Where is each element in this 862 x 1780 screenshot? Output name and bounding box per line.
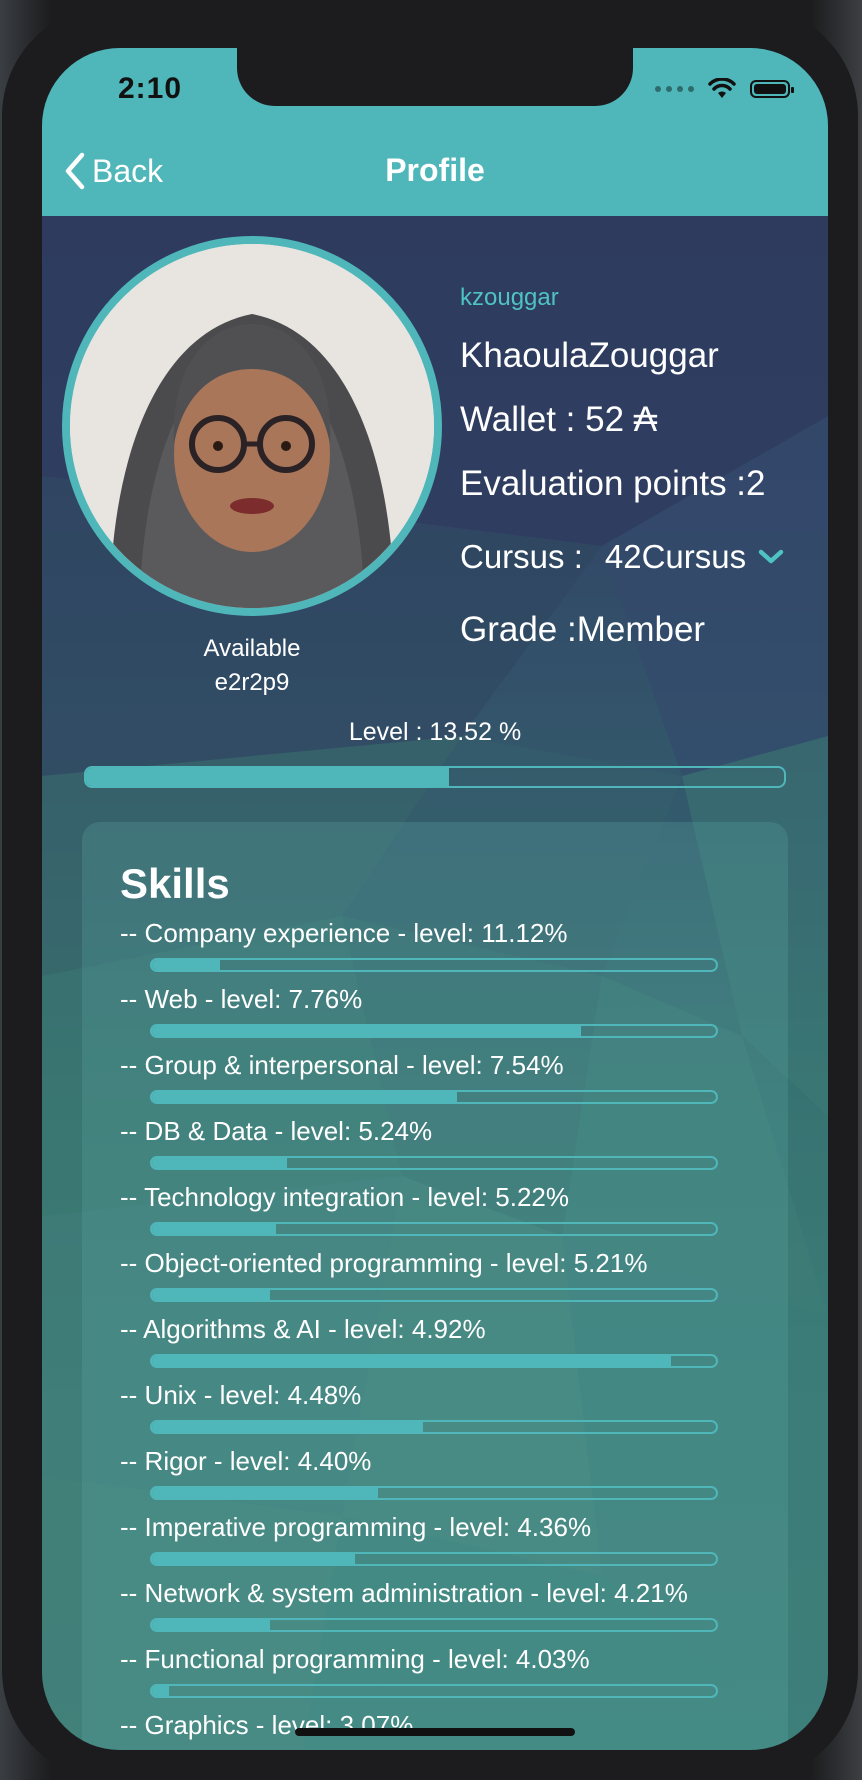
skill-progress-fill bbox=[152, 1356, 671, 1366]
skill-label: -- Object-oriented programming - level: … bbox=[120, 1248, 648, 1278]
skills-title: Skills bbox=[120, 860, 230, 907]
level-progress-fill bbox=[86, 768, 449, 786]
availability-status: Available bbox=[203, 635, 301, 662]
skill-label: -- Functional programming - level: 4.03% bbox=[120, 1644, 590, 1674]
skill-item: -- Imperative programming - level: 4.36% bbox=[120, 1510, 760, 1566]
skill-progress-fill bbox=[152, 1224, 277, 1234]
skill-item: -- Network & system administration - lev… bbox=[120, 1576, 760, 1632]
skill-item: -- Group & interpersonal - level: 7.54% bbox=[120, 1048, 760, 1104]
skill-progress-bar bbox=[150, 1024, 718, 1038]
location-code: e2r2p9 bbox=[214, 669, 290, 696]
device-frame: 2:10 Back Profile Available e2r2p9 kzoug… bbox=[2, 6, 858, 1780]
skills-card: Skills -- Company experience - level: 11… bbox=[82, 822, 788, 1750]
skill-progress-fill bbox=[152, 1290, 271, 1300]
skill-progress-bar bbox=[150, 958, 718, 972]
skill-item: -- DB & Data - level: 5.24% bbox=[120, 1114, 760, 1170]
skill-label: -- Imperative programming - level: 4.36% bbox=[120, 1512, 592, 1542]
skill-list: -- Company experience - level: 11.12% -- … bbox=[120, 916, 760, 1750]
skill-progress-bar bbox=[150, 1486, 718, 1500]
skill-item: -- Algorithms & AI - level: 4.92% bbox=[120, 1312, 760, 1368]
profile-photo bbox=[70, 244, 434, 608]
skill-item: -- Object-oriented programming - level: … bbox=[120, 1246, 760, 1302]
avatar bbox=[62, 236, 442, 616]
cursus-label: Cursus : bbox=[460, 538, 583, 575]
skill-progress-bar bbox=[150, 1354, 718, 1368]
wifi-icon bbox=[708, 78, 736, 98]
skill-item: -- Technology integration - level: 5.22% bbox=[120, 1180, 760, 1236]
skill-progress-fill bbox=[152, 1620, 271, 1630]
status-time: 2:10 bbox=[118, 72, 183, 105]
skill-progress-fill bbox=[152, 1554, 356, 1564]
skill-label: -- Unix - level: 4.48% bbox=[120, 1380, 362, 1410]
skill-label: -- DB & Data - level: 5.24% bbox=[120, 1116, 433, 1146]
skill-label: -- Web - level: 7.76% bbox=[120, 984, 363, 1014]
login-name: kzouggar bbox=[460, 284, 559, 311]
signal-icon bbox=[655, 86, 694, 92]
home-indicator[interactable] bbox=[295, 1728, 575, 1736]
skill-progress-fill bbox=[152, 1488, 378, 1498]
skill-progress-bar bbox=[150, 1222, 718, 1236]
skill-progress-fill bbox=[152, 960, 220, 970]
skill-item: -- Rigor - level: 4.40% bbox=[120, 1444, 760, 1500]
full-name: KhaoulaZouggar bbox=[460, 336, 719, 375]
skill-label: -- Rigor - level: 4.40% bbox=[120, 1446, 372, 1476]
skill-label: -- Technology integration - level: 5.22% bbox=[120, 1182, 569, 1212]
page-title: Profile bbox=[385, 152, 485, 188]
level-label: Level : 13.52 % bbox=[348, 718, 522, 746]
skill-progress-bar bbox=[150, 1420, 718, 1434]
level-progress-bar bbox=[84, 766, 786, 788]
chevron-down-icon bbox=[758, 549, 784, 564]
skill-label: -- Group & interpersonal - level: 7.54% bbox=[120, 1050, 564, 1080]
wallet-value: Wallet : 52 ₳ bbox=[460, 400, 658, 439]
skill-progress-bar bbox=[150, 1090, 718, 1104]
skill-progress-fill bbox=[152, 1422, 423, 1432]
skill-progress-fill bbox=[152, 1092, 457, 1102]
skill-progress-bar bbox=[150, 1618, 718, 1632]
skill-item: -- Company experience - level: 11.12% bbox=[120, 916, 760, 972]
skill-label: -- Graphics - level: 3.07% bbox=[120, 1710, 414, 1740]
evaluation-points: Evaluation points :2 bbox=[460, 464, 766, 503]
skill-item: -- Functional programming - level: 4.03% bbox=[120, 1642, 760, 1698]
skill-label: -- Algorithms & AI - level: 4.92% bbox=[120, 1314, 486, 1344]
device-notch bbox=[237, 48, 633, 106]
skill-item: -- Web - level: 7.76% bbox=[120, 982, 760, 1038]
skill-progress-fill bbox=[152, 1686, 169, 1696]
skill-label: -- Network & system administration - lev… bbox=[120, 1578, 688, 1608]
skill-progress-fill bbox=[152, 1158, 288, 1168]
skill-progress-bar bbox=[150, 1288, 718, 1302]
cursus-dropdown[interactable]: Cursus : 42Cursus bbox=[460, 538, 784, 576]
skill-progress-bar bbox=[150, 1156, 718, 1170]
skill-label: -- Company experience - level: 11.12% bbox=[120, 918, 568, 948]
skill-progress-bar bbox=[150, 1552, 718, 1566]
grade: Grade :Member bbox=[460, 610, 706, 649]
skill-progress-bar bbox=[150, 1684, 718, 1698]
skill-item: -- Unix - level: 4.48% bbox=[120, 1378, 760, 1434]
battery-icon bbox=[750, 80, 794, 98]
cursus-value: 42Cursus bbox=[604, 538, 747, 575]
status-indicators bbox=[655, 78, 794, 100]
availability-info: Available e2r2p9 bbox=[62, 632, 442, 700]
skill-progress-fill bbox=[152, 1026, 581, 1036]
app-screen: 2:10 Back Profile Available e2r2p9 kzoug… bbox=[42, 48, 828, 1750]
